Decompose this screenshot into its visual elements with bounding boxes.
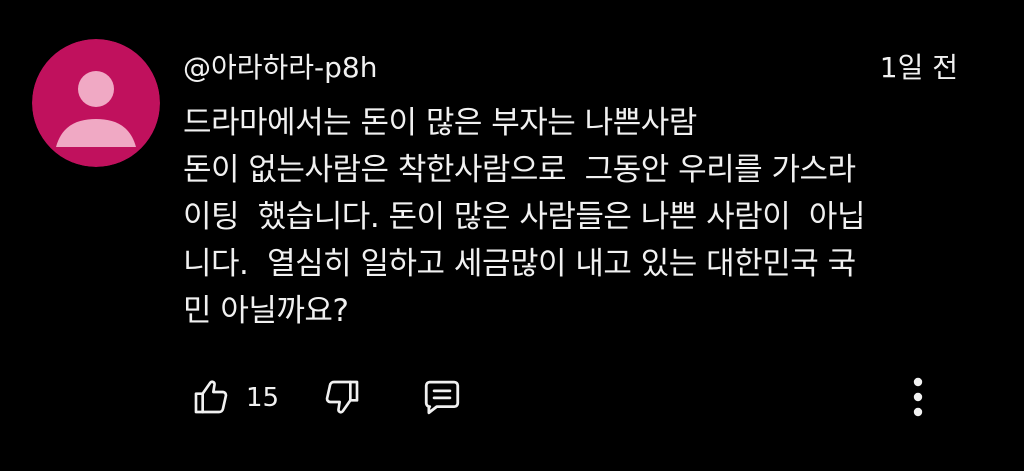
default-avatar-icon (32, 39, 160, 167)
comment-body-line: 이팅 했습니다. 돈이 많은 사람들은 나쁜 사람이 아닙 (183, 199, 865, 235)
more-vertical-icon (913, 377, 923, 417)
comment-icon (424, 380, 460, 415)
like-count: 15 (246, 383, 280, 413)
comment-body-line: 드라마에서는 돈이 많은 부자는 나쁜사람 (183, 105, 697, 141)
comment-body-line: 민 아닐까요? (183, 293, 349, 329)
dislike-button[interactable] (320, 372, 364, 422)
comment-timestamp[interactable]: 1일 전 (880, 48, 958, 88)
comment-item: @아라하라-p8h 1일 전 드라마에서는 돈이 많은 부자는 나쁜사람 돈이 … (0, 0, 1024, 471)
comment-author[interactable]: @아라하라-p8h (183, 48, 377, 88)
like-button[interactable] (190, 372, 232, 422)
comment-body-line: 돈이 없는사람은 착한사람으로 그동안 우리를 가스라 (183, 152, 856, 188)
avatar[interactable] (32, 39, 160, 167)
reply-button[interactable] (418, 372, 466, 422)
more-options-button[interactable] (902, 372, 934, 422)
comment-body-line: 니다. 열심히 일하고 세금많이 내고 있는 대한민국 국 (183, 246, 856, 282)
thumbs-up-icon (194, 380, 228, 414)
comment-body: 드라마에서는 돈이 많은 부자는 나쁜사람 돈이 없는사람은 착한사람으로 그동… (183, 100, 973, 335)
comment-actions: 15 (0, 370, 1024, 426)
thumbs-down-icon (325, 380, 359, 414)
